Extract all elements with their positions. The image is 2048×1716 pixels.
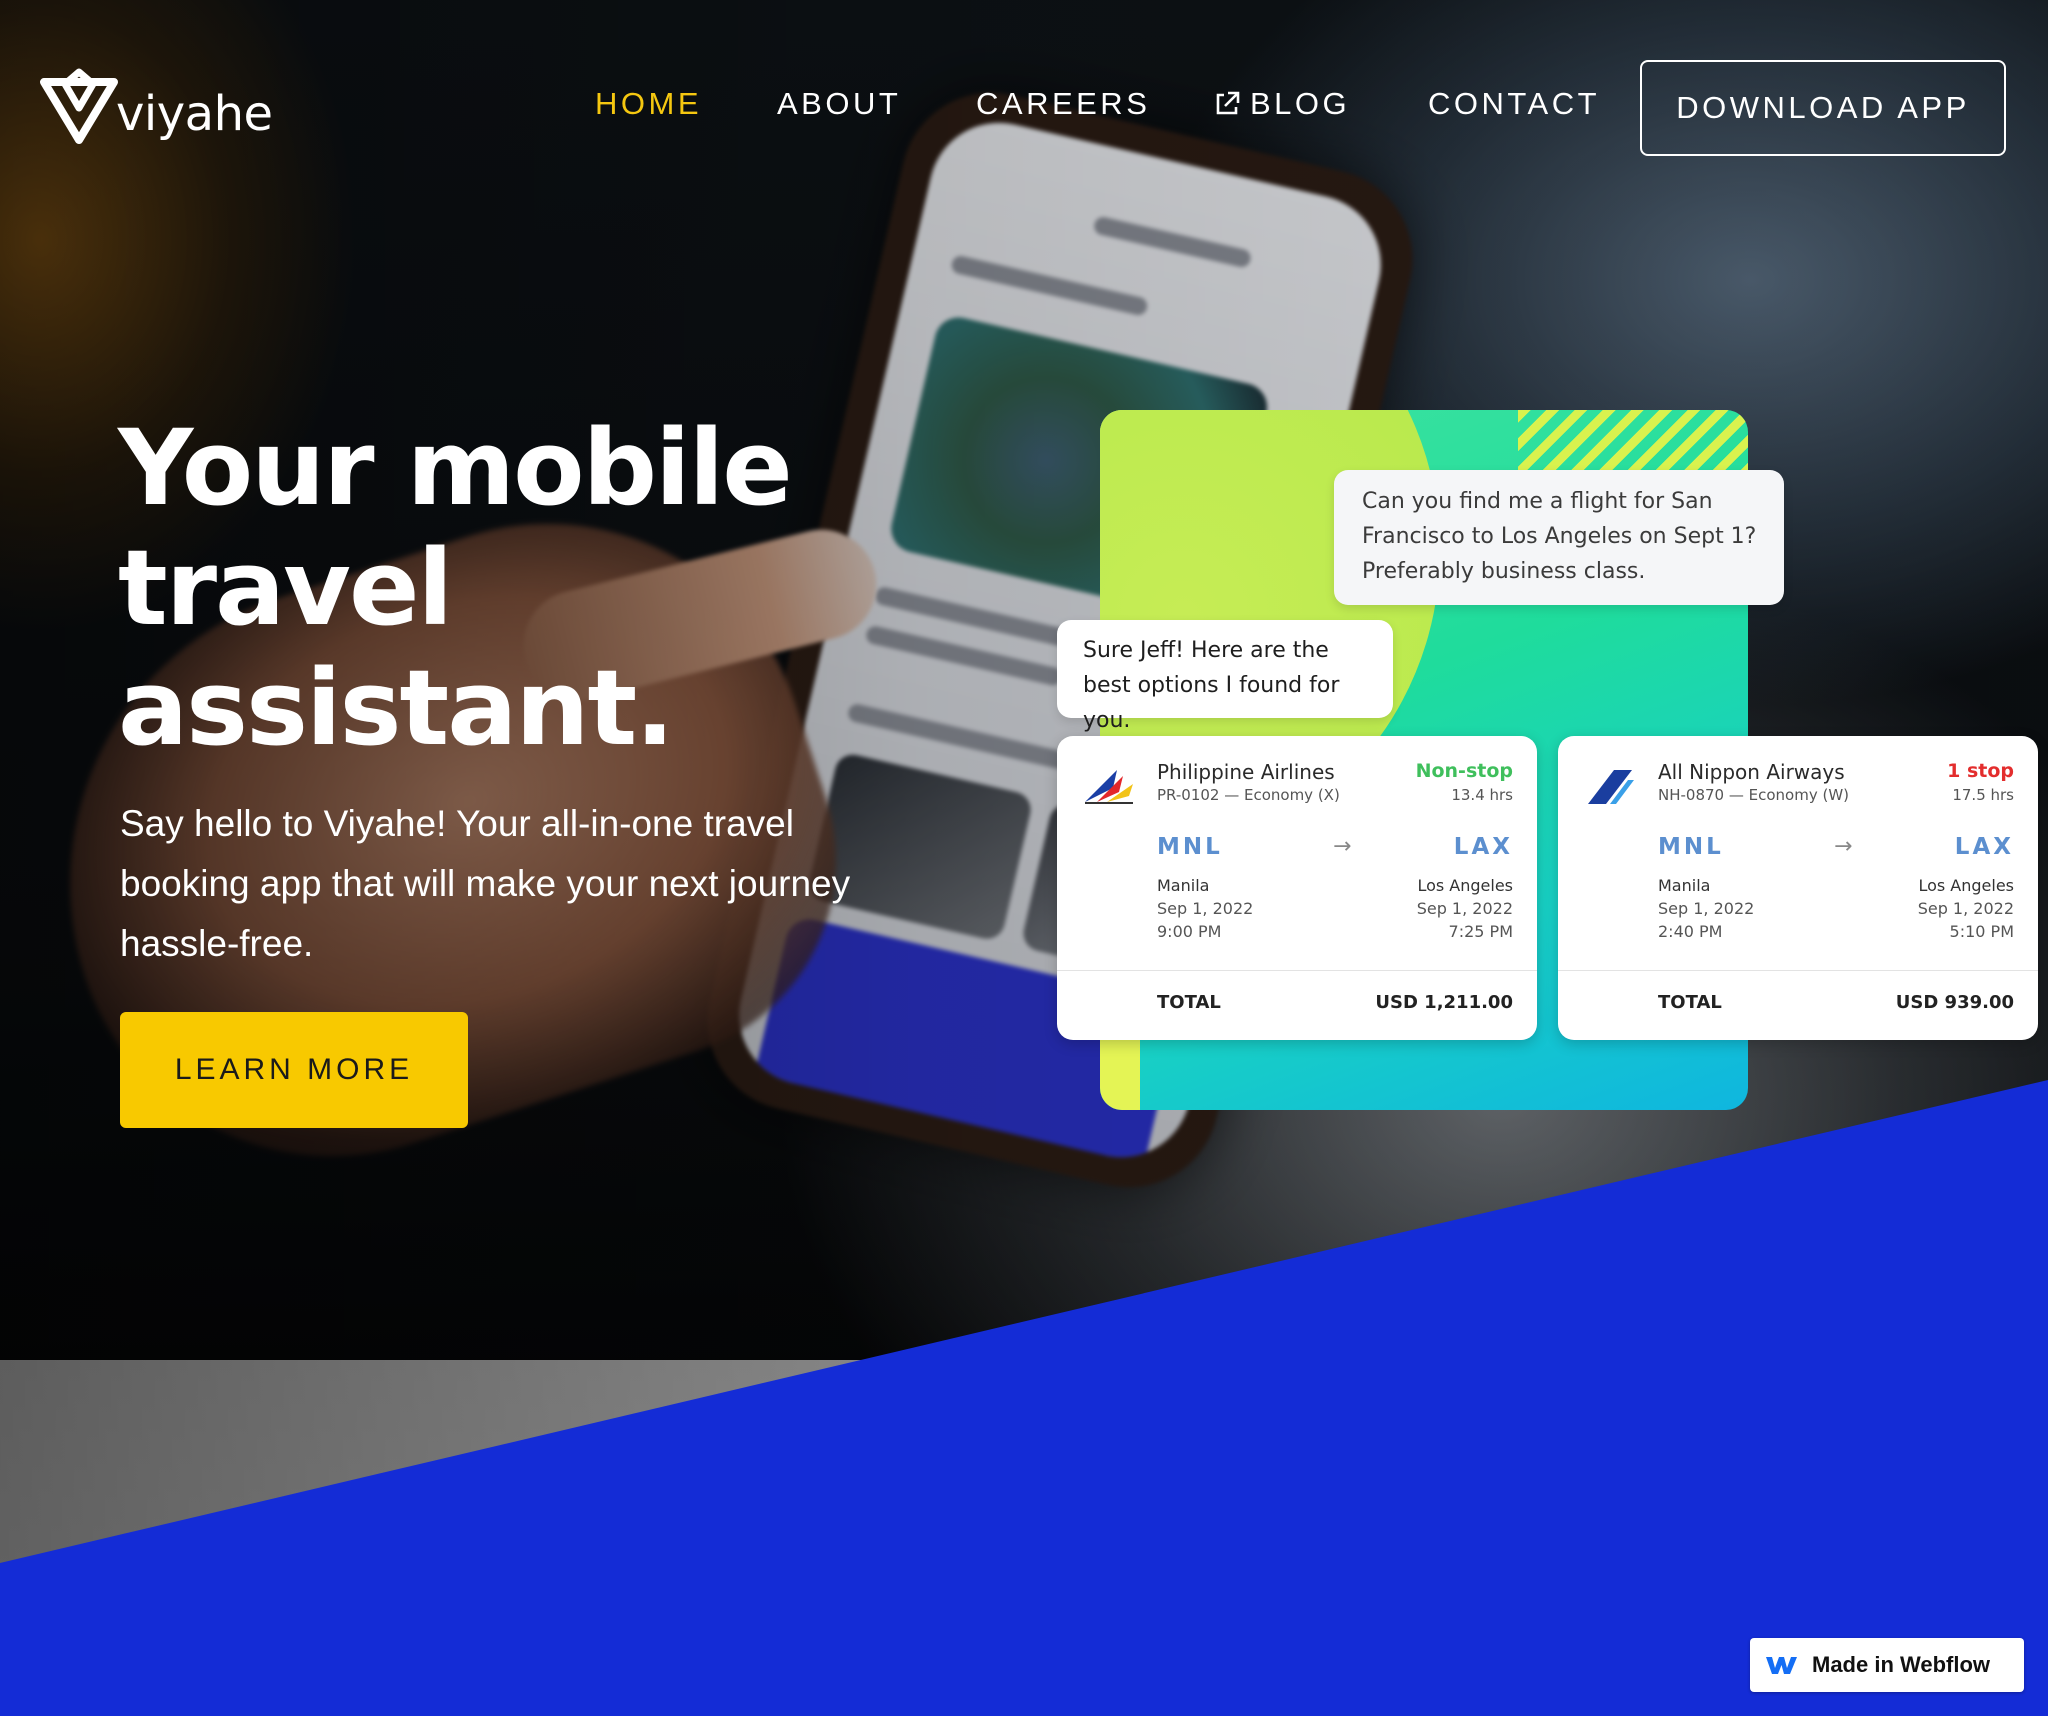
external-link-icon: [1216, 91, 1240, 115]
destination-city: Los Angeles: [1918, 876, 2014, 895]
total-price: USD 1,211.00: [1375, 992, 1513, 1013]
total-label: TOTAL: [1157, 992, 1221, 1013]
card-divider: [1558, 970, 2038, 971]
arrow-right-icon: →: [1333, 834, 1352, 859]
origin-code: MNL: [1157, 834, 1223, 860]
arrival-time: 5:10 PM: [1949, 922, 2014, 941]
departure-time: 9:00 PM: [1157, 922, 1222, 941]
arrival-date: Sep 1, 2022: [1917, 899, 2014, 918]
stops-label: Non-stop: [1415, 760, 1513, 782]
stops-label: 1 stop: [1947, 760, 2014, 782]
nav-item-about[interactable]: ABOUT: [777, 86, 901, 122]
nav-item-careers[interactable]: CAREERS: [976, 86, 1150, 122]
destination-code: LAX: [1954, 834, 2014, 860]
arrival-date: Sep 1, 2022: [1416, 899, 1513, 918]
total-label: TOTAL: [1658, 992, 1722, 1013]
origin-city: Manila: [1658, 876, 1711, 895]
hero-subtitle: Say hello to Viyahe! Your all-in-one tra…: [120, 803, 851, 964]
origin-code: MNL: [1658, 834, 1724, 860]
nav-item-blog[interactable]: BLOG: [1212, 86, 1350, 122]
webflow-icon: [1766, 1657, 1797, 1674]
origin-city: Manila: [1157, 876, 1210, 895]
destination-city: Los Angeles: [1417, 876, 1513, 895]
all-nippon-airways-logo-icon: [1588, 770, 1634, 804]
card-divider: [1057, 970, 1537, 971]
nav-item-blog-label: BLOG: [1250, 86, 1351, 121]
download-app-button[interactable]: DOWNLOAD APP: [1640, 60, 2006, 156]
flight-duration: 17.5 hrs: [1952, 786, 2014, 804]
airline-name: All Nippon Airways: [1658, 760, 1845, 784]
total-price: USD 939.00: [1895, 992, 2014, 1013]
decorative-stripes: [1518, 410, 1748, 470]
flight-option-card[interactable]: All Nippon Airways NH-0870 — Economy (W)…: [1558, 736, 2038, 1040]
departure-date: Sep 1, 2022: [1157, 899, 1254, 918]
nav-item-contact[interactable]: CONTACT: [1428, 86, 1600, 122]
departure-date: Sep 1, 2022: [1658, 899, 1755, 918]
arrival-time: 7:25 PM: [1448, 922, 1513, 941]
airline-name: Philippine Airlines: [1157, 760, 1335, 784]
hero-title: Your mobile travel assistant.: [118, 407, 793, 769]
learn-more-button[interactable]: LEARN MORE: [120, 1012, 468, 1128]
webflow-badge-label: Made in Webflow: [1812, 1652, 1991, 1677]
flight-duration: 13.4 hrs: [1451, 786, 1513, 804]
flight-option-card[interactable]: Philippine Airlines PR-0102 — Economy (X…: [1057, 736, 1537, 1040]
destination-code: LAX: [1453, 834, 1513, 860]
nav-item-home[interactable]: HOME: [595, 86, 702, 122]
assistant-chat-bubble: Sure Jeff! Here are the best options I f…: [1057, 620, 1393, 733]
flight-code: NH-0870 — Economy (W): [1658, 786, 1850, 804]
philippine-airlines-logo-icon: [1085, 770, 1133, 804]
departure-time: 2:40 PM: [1658, 922, 1723, 941]
flight-code: PR-0102 — Economy (X): [1157, 786, 1340, 804]
arrow-right-icon: →: [1834, 834, 1853, 859]
user-chat-bubble: Can you find me a flight for San Francis…: [1334, 470, 1784, 605]
made-in-webflow-badge[interactable]: Made in Webflow: [1750, 1638, 2024, 1692]
